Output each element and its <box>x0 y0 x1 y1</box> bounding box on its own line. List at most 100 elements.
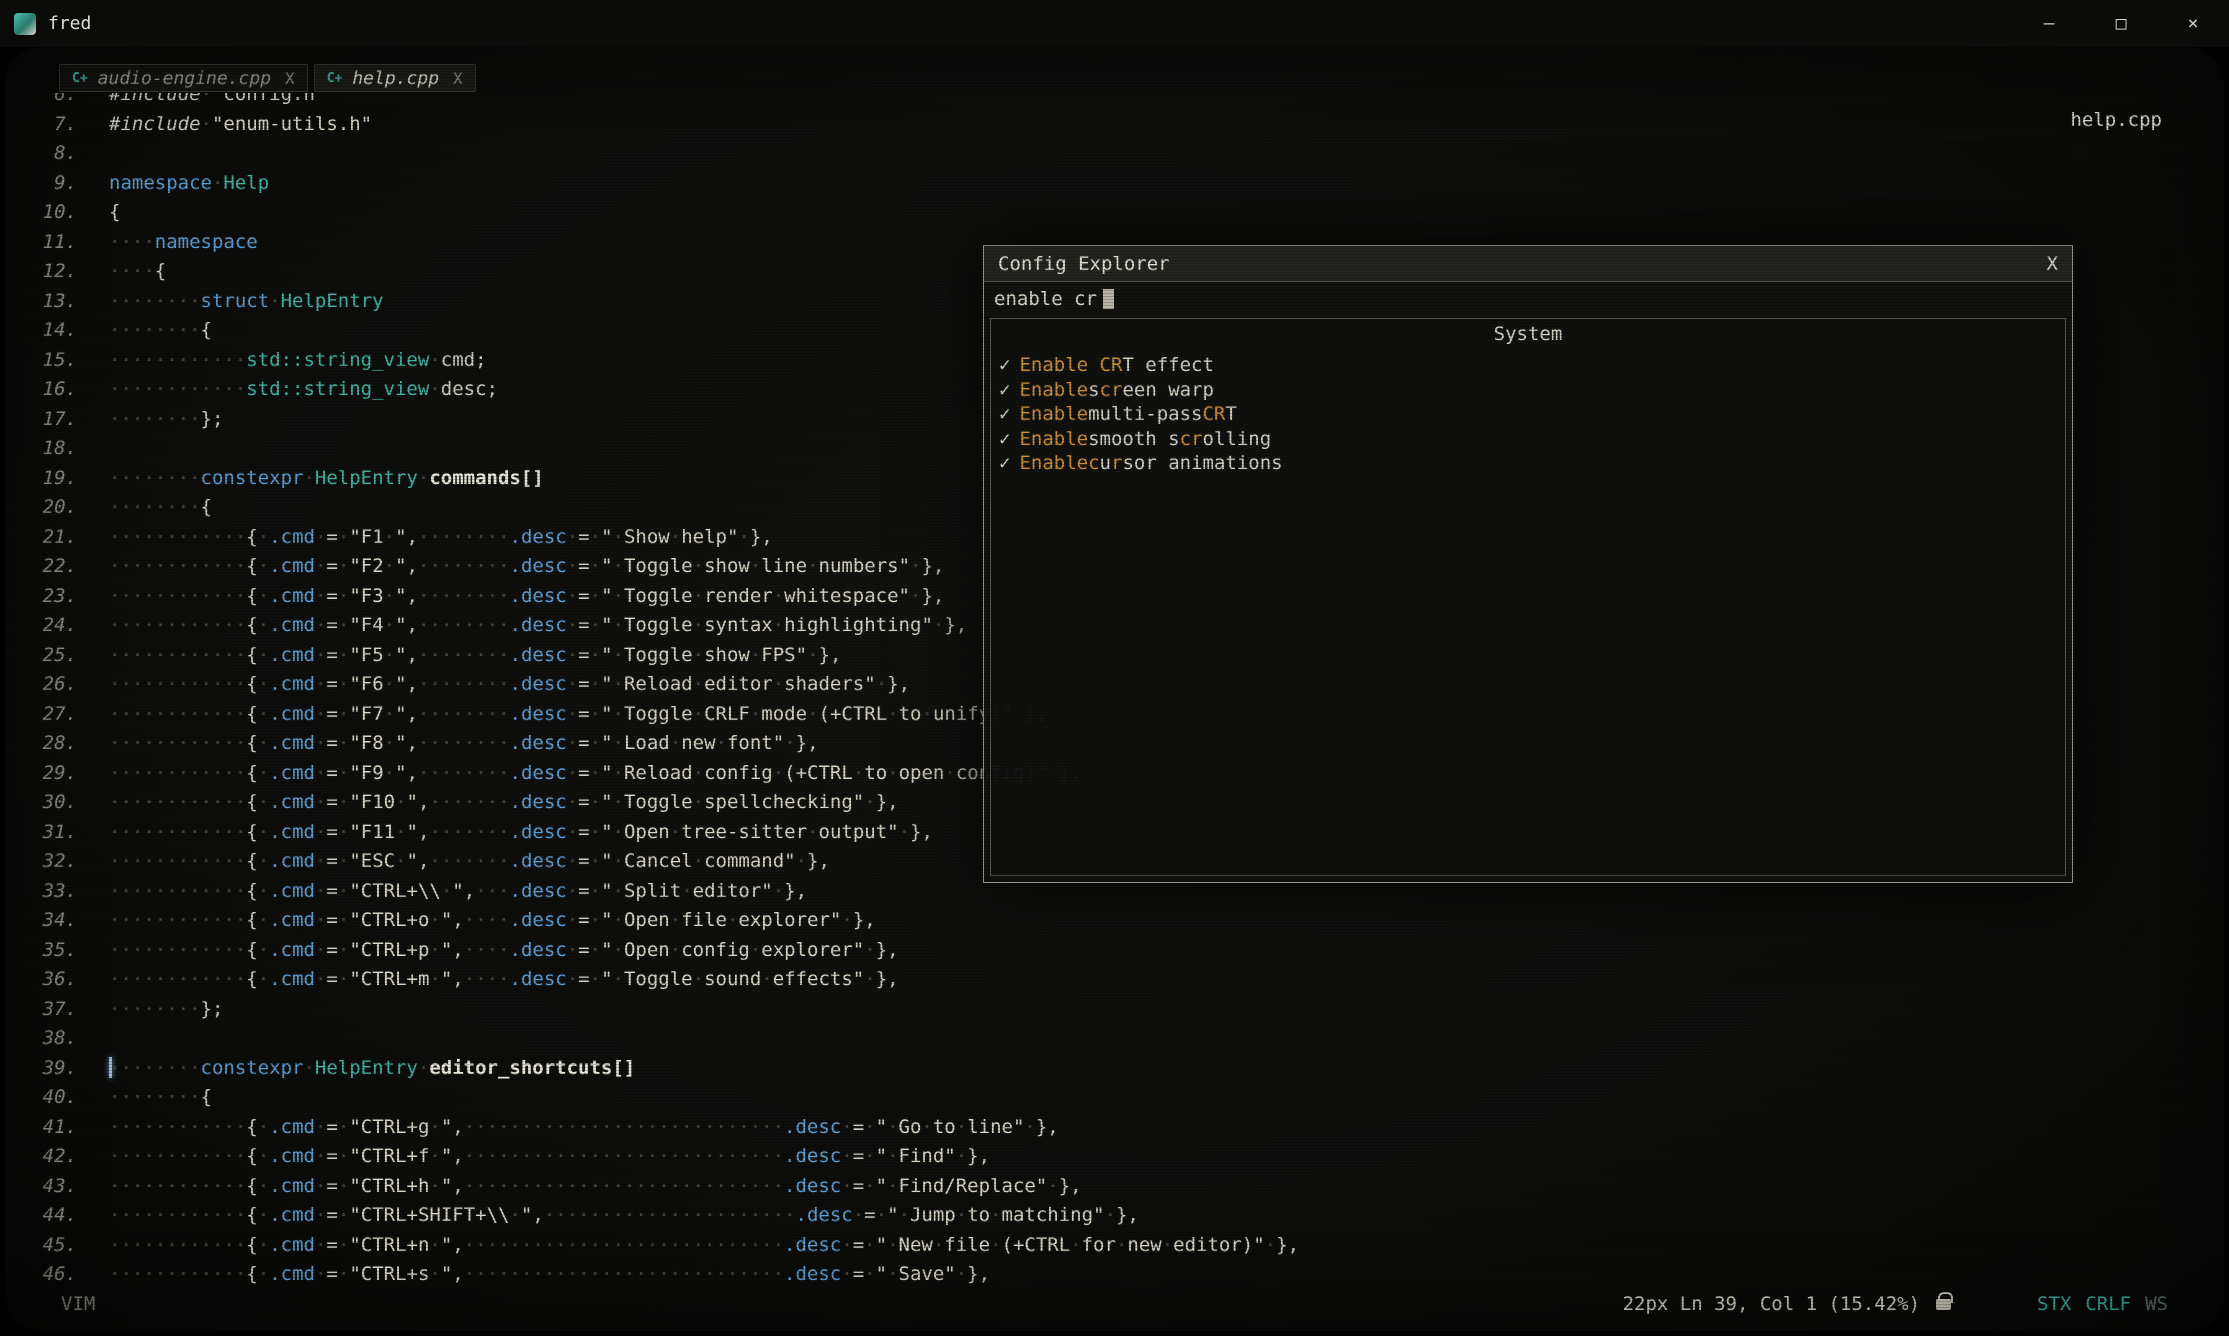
code-line[interactable]: 34.············{·.cmd·=·"CTRL+o·",····.d… <box>31 906 2218 936</box>
code-text: ············{·.cmd·=·"F11·",·······.desc… <box>109 818 933 848</box>
line-number: 37. <box>31 995 109 1025</box>
code-line[interactable]: 9.namespace·Help <box>31 169 2218 199</box>
check-icon: ✓ <box>999 427 1010 452</box>
line-number: 31. <box>31 818 109 848</box>
match-highlight: Enable <box>1019 378 1088 403</box>
item-text: T <box>1225 402 1236 427</box>
config-explorer-modal: Config Explorer X enable cr System ✓Enab… <box>983 245 2073 883</box>
code-text: ········{ <box>109 1083 212 1113</box>
code-line[interactable]: 7.#include·"enum-utils.h" <box>31 110 2218 140</box>
close-button[interactable]: × <box>2157 0 2229 47</box>
code-line[interactable]: 8. <box>31 139 2218 169</box>
code-text: ····{ <box>109 257 166 287</box>
cursor-position-info: 22px Ln 39, Col 1 (15.42%) <box>1623 1293 1920 1315</box>
code-line[interactable]: 44.············{·.cmd·=·"CTRL+SHIFT+\\·"… <box>31 1201 2218 1231</box>
config-item[interactable]: ✓Enable multi-pass CRT <box>991 402 2065 427</box>
code-text: ············{·.cmd·=·"F4·",········.desc… <box>109 611 967 641</box>
code-line[interactable]: 43.············{·.cmd·=·"CTRL+h·",······… <box>31 1172 2218 1202</box>
line-number: 39. <box>31 1054 109 1084</box>
line-number: 45. <box>31 1231 109 1261</box>
code-line[interactable]: 38. <box>31 1024 2218 1054</box>
code-line[interactable]: 46.············{·.cmd·=·"CTRL+s·",······… <box>31 1260 2218 1290</box>
line-number: 41. <box>31 1113 109 1143</box>
code-line[interactable]: 37.········}; <box>31 995 2218 1025</box>
line-number: 36. <box>31 965 109 995</box>
code-text: ············{·.cmd·=·"F5·",········.desc… <box>109 641 841 671</box>
line-number: 10. <box>31 198 109 228</box>
line-number: 11. <box>31 228 109 258</box>
line-number: 42. <box>31 1142 109 1172</box>
line-number: 23. <box>31 582 109 612</box>
line-number: 25. <box>31 641 109 671</box>
config-item[interactable]: ✓Enable cursor animations <box>991 451 2065 476</box>
code-text: ············{·.cmd·=·"CTRL+f·",·········… <box>109 1142 990 1172</box>
cpp-file-icon: C+ <box>327 71 343 86</box>
code-text: { <box>109 198 120 228</box>
tab-close-icon[interactable]: X <box>285 69 295 88</box>
line-number: 6. <box>31 93 109 110</box>
code-text: ········struct·HelpEntry <box>109 287 384 317</box>
config-item[interactable]: ✓Enable CRT effect <box>991 353 2065 378</box>
line-number: 33. <box>31 877 109 907</box>
line-number: 15. <box>31 346 109 376</box>
code-text: ············{·.cmd·=·"F2·",········.desc… <box>109 552 944 582</box>
code-line[interactable]: 10.{ <box>31 198 2218 228</box>
tab-label: help.cpp <box>352 68 439 89</box>
code-line[interactable]: 40.········{ <box>31 1083 2218 1113</box>
line-number: 19. <box>31 464 109 494</box>
code-text: ············{·.cmd·=·"CTRL+g·",·········… <box>109 1113 1059 1143</box>
item-text: smooth s <box>1088 427 1180 452</box>
line-number: 30. <box>31 788 109 818</box>
code-text: namespace·Help <box>109 169 269 199</box>
maximize-button[interactable]: □ <box>2085 0 2157 47</box>
line-number: 34. <box>31 906 109 936</box>
modal-close-button[interactable]: X <box>2047 253 2058 275</box>
code-text: ············{·.cmd·=·"CTRL+o·",····.desc… <box>109 906 876 936</box>
code-text: ········{ <box>109 493 212 523</box>
vim-mode-indicator: VIM <box>61 1293 95 1315</box>
code-line[interactable]: 36.············{·.cmd·=·"CTRL+m·",····.d… <box>31 965 2218 995</box>
line-number: 46. <box>31 1260 109 1290</box>
code-line[interactable]: 6.#include·"config.h" <box>31 93 2218 110</box>
line-number: 7. <box>31 110 109 140</box>
tab-audio-engine[interactable]: C+ audio-engine.cpp X <box>59 64 308 92</box>
line-number: 35. <box>31 936 109 966</box>
code-text: ············{·.cmd·=·"CTRL+SHIFT+\\·",··… <box>109 1201 1139 1231</box>
config-search-input[interactable]: enable cr <box>984 282 2072 316</box>
check-icon: ✓ <box>999 378 1010 403</box>
window-title: fred <box>48 13 91 34</box>
code-text: ········}; <box>109 995 223 1025</box>
code-text: ········}; <box>109 405 223 435</box>
line-number: 32. <box>31 847 109 877</box>
code-line[interactable]: 41.············{·.cmd·=·"CTRL+g·",······… <box>31 1113 2218 1143</box>
line-number: 43. <box>31 1172 109 1202</box>
item-text: multi-pass <box>1088 402 1202 427</box>
code-text: #include·"enum-utils.h" <box>109 110 372 140</box>
config-item[interactable]: ✓Enable screen warp <box>991 378 2065 403</box>
code-line[interactable]: 45.············{·.cmd·=·"CTRL+n·",······… <box>31 1231 2218 1261</box>
match-highlight: CR <box>1202 402 1225 427</box>
tab-help[interactable]: C+ help.cpp X <box>314 64 476 92</box>
tab-close-icon[interactable]: X <box>453 69 463 88</box>
code-line[interactable]: 42.············{·.cmd·=·"CTRL+f·",······… <box>31 1142 2218 1172</box>
code-text: ············{·.cmd·=·"F3·",········.desc… <box>109 582 944 612</box>
item-text: olling <box>1203 427 1272 452</box>
config-results-panel: System ✓Enable CRT effect✓Enable screen … <box>990 318 2066 876</box>
line-number: 8. <box>31 139 109 169</box>
config-item[interactable]: ✓Enable smooth scrolling <box>991 427 2065 452</box>
item-text: een warp <box>1122 378 1214 403</box>
code-line[interactable]: 35.············{·.cmd·=·"CTRL+p·",····.d… <box>31 936 2218 966</box>
code-line[interactable]: 39.········constexpr·HelpEntry·editor_sh… <box>31 1054 2218 1084</box>
minimize-button[interactable]: – <box>2013 0 2085 47</box>
code-text: ············{·.cmd·=·"F8·",········.desc… <box>109 729 819 759</box>
code-text: ············{·.cmd·=·"ESC·",·······.desc… <box>109 847 830 877</box>
match-highlight: cr <box>1180 427 1203 452</box>
match-highlight: Enable <box>1019 451 1088 476</box>
line-number: 38. <box>31 1024 109 1054</box>
line-number: 17. <box>31 405 109 435</box>
cpp-file-icon: C+ <box>72 71 88 86</box>
code-text: ············{·.cmd·=·"CTRL+n·",·········… <box>109 1231 1299 1261</box>
match-highlight: r <box>1111 451 1122 476</box>
tab-label: audio-engine.cpp <box>98 68 271 89</box>
code-text: ············{·.cmd·=·"F10·",·······.desc… <box>109 788 899 818</box>
